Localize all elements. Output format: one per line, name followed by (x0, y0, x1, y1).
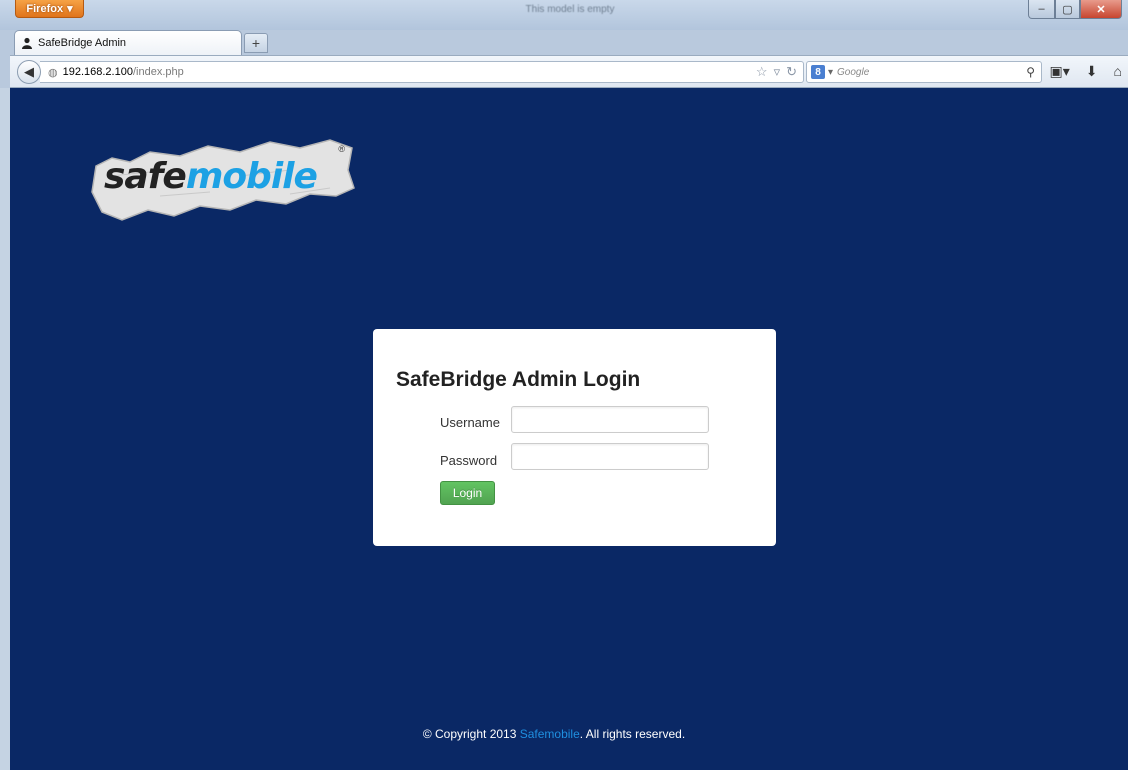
download-icon[interactable]: ⬇ (1086, 63, 1098, 80)
globe-icon: ◍ (48, 66, 58, 79)
reload-icon[interactable]: ↻ (786, 64, 797, 80)
footer-copyright: © Copyright 2013 Safemobile. All rights … (10, 727, 1028, 741)
url-host: 192.168.2.100 (62, 66, 133, 78)
tab-safebridge-admin[interactable]: SafeBridge Admin (14, 30, 242, 55)
firefox-menu-button[interactable]: Firefox ▾ (15, 0, 84, 18)
magnifier-icon[interactable]: ⚲ (1026, 65, 1035, 79)
username-field[interactable] (511, 406, 709, 433)
maximize-icon: ▢ (1062, 3, 1073, 16)
close-icon: ✕ (1096, 3, 1106, 16)
chevron-down-icon: ▾ (67, 3, 73, 15)
close-window-button[interactable]: ✕ (1080, 0, 1122, 19)
username-label: Username (440, 415, 500, 430)
password-label: Password (440, 453, 498, 468)
arrow-left-icon: ◀ (24, 64, 34, 79)
toolbar-buttons: ▣▾ ⬇ ⌂ (1050, 63, 1122, 80)
minimize-icon: – (1038, 3, 1045, 15)
url-path: /index.php (132, 66, 184, 78)
navigation-bar: ◍ 192.168.2.100/index.php ☆ ▿ ↻ ◀ 8 ▾ Go… (10, 55, 1128, 88)
window-left-border (0, 88, 10, 770)
firefox-menu-label: Firefox (26, 2, 64, 15)
maximize-button[interactable]: ▢ (1055, 0, 1080, 19)
page-content: safemobile ® SafeBridge Admin Login User… (10, 88, 1128, 770)
bookmark-star-icon[interactable]: ☆ (756, 64, 768, 80)
logo-wordmark: safemobile (104, 156, 318, 197)
footer-safemobile-link[interactable]: Safemobile (520, 727, 580, 741)
search-placeholder: Google (837, 66, 870, 78)
user-icon (21, 37, 33, 49)
history-dropdown-icon[interactable]: ▿ (774, 64, 781, 80)
tab-title: SafeBridge Admin (38, 37, 127, 49)
new-tab-button[interactable]: + (244, 33, 268, 53)
footer-suffix: . All rights reserved. (579, 727, 686, 741)
footer-prefix: © Copyright 2013 (422, 727, 520, 741)
url-bar[interactable]: ◍ 192.168.2.100/index.php ☆ ▿ ↻ (40, 61, 804, 83)
home-icon[interactable]: ⌂ (1114, 63, 1122, 80)
login-form-card: SafeBridge Admin Login Username Password… (373, 329, 776, 546)
login-title: SafeBridge Admin Login (396, 368, 641, 391)
safemobile-logo[interactable]: safemobile ® (90, 136, 355, 224)
login-button[interactable]: Login (440, 481, 495, 505)
search-bar[interactable]: 8 ▾ Google ⚲ (806, 61, 1042, 83)
bookmarks-menu-icon[interactable]: ▣▾ (1050, 63, 1070, 80)
logo-text-safe: safe (104, 156, 187, 197)
logo-text-mobile: mobile (185, 156, 318, 197)
google-icon[interactable]: 8 (811, 65, 825, 79)
window-titlebar: Firefox ▾ This model is empty – ▢ ✕ (0, 0, 1128, 30)
window-title: This model is empty (525, 4, 615, 15)
back-button[interactable]: ◀ (17, 60, 41, 84)
search-engine-dropdown-icon[interactable]: ▾ (828, 67, 833, 78)
registered-mark: ® (338, 144, 345, 154)
window-controls: – ▢ ✕ (1028, 0, 1122, 19)
password-field[interactable] (511, 443, 709, 470)
url-actions: ☆ ▿ ↻ (756, 64, 797, 80)
minimize-button[interactable]: – (1028, 0, 1055, 19)
